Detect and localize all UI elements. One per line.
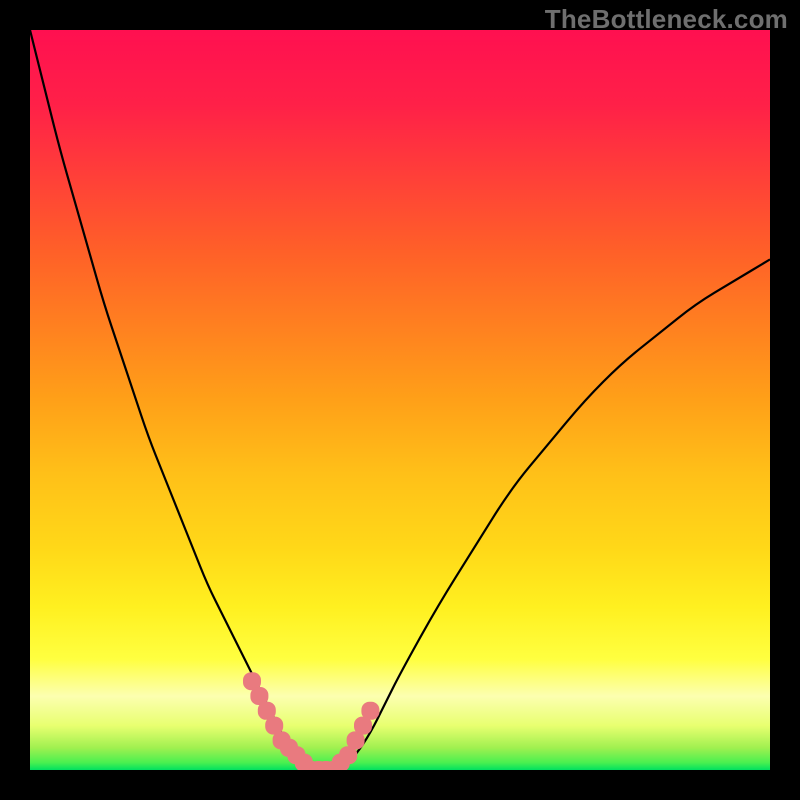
- plot-area: [30, 30, 770, 770]
- bottleneck-curve: [30, 30, 770, 770]
- marker-group: [243, 672, 379, 770]
- curve-layer: [30, 30, 770, 770]
- marker: [361, 702, 379, 720]
- chart-frame: TheBottleneck.com: [0, 0, 800, 800]
